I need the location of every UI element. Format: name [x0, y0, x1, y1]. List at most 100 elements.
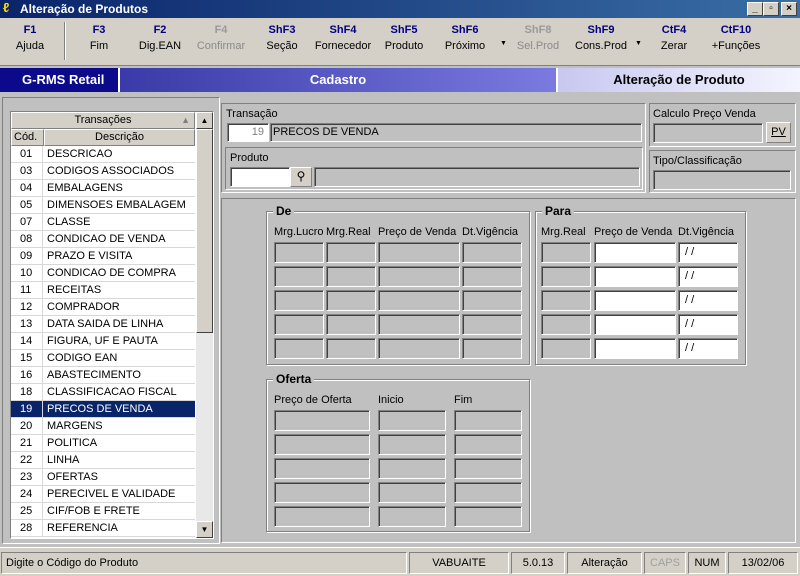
oferta-field [274, 458, 370, 479]
list-item-desc: OFERTAS [47, 471, 98, 483]
col-header-desc[interactable]: Descrição [44, 129, 195, 146]
list-item[interactable]: 14 FIGURA, UF E PAUTA [11, 333, 195, 350]
para-field[interactable]: / / [678, 338, 738, 359]
maximize-button[interactable]: ▫ [763, 2, 779, 16]
list-item[interactable]: 11 RECEITAS [11, 282, 195, 299]
toolbar-button-f3[interactable]: F3 Fim [64, 24, 134, 52]
de-field [462, 314, 522, 335]
para-field[interactable] [594, 266, 676, 287]
toolbar-button-f1[interactable]: F1 Ajuda [0, 24, 65, 52]
para-header: Preço de Venda [594, 226, 673, 238]
list-item[interactable]: 19 PRECOS DE VENDA [11, 401, 195, 418]
para-field[interactable]: / / [678, 242, 738, 263]
list-item[interactable]: 24 PERECIVEL E VALIDADE [11, 486, 195, 503]
produto-desc-field [314, 167, 640, 187]
app-name: G-RMS Retail [0, 68, 120, 92]
para-header: Mrg.Real [541, 226, 586, 238]
toolbar-key: ShF8 [524, 24, 552, 36]
status-caps: CAPS [644, 552, 686, 574]
dropdown-arrow-icon[interactable]: ▼ [635, 40, 642, 47]
list-item[interactable]: 13 DATA SAIDA DE LINHA [11, 316, 195, 333]
de-field [378, 314, 460, 335]
transacao-code-field[interactable]: 19 [227, 123, 269, 142]
list-item[interactable]: 25 CIF/FOB E FRETE [11, 503, 195, 520]
toolbar-button-shf5[interactable]: ShF5 Produto [369, 24, 439, 52]
para-field[interactable]: / / [678, 290, 738, 311]
list-item[interactable]: 28 REFERENCIA [11, 520, 195, 537]
toolbar-button-shf6[interactable]: ShF6 Próximo [430, 24, 500, 52]
scroll-down-icon[interactable]: ▼ [196, 521, 213, 538]
toolbar-key: F1 [23, 24, 37, 36]
list-item-code: 05 [11, 197, 43, 214]
list-item[interactable]: 03 CODIGOS ASSOCIADOS [11, 163, 195, 180]
list-item[interactable]: 15 CODIGO EAN [11, 350, 195, 367]
toolbar-button-shf9[interactable]: ShF9 Cons.Prod [566, 24, 636, 52]
list-item[interactable]: 16 ABASTECIMENTO [11, 367, 195, 384]
pv-button[interactable]: PV [766, 122, 791, 143]
para-field[interactable] [594, 242, 676, 263]
list-item[interactable]: 01 DESCRICAO [11, 146, 195, 163]
toolbar-label: Próximo [444, 40, 486, 52]
toolbar-button-ctf4[interactable]: CtF4 Zerar [639, 24, 709, 52]
scroll-up-icon[interactable]: ▲ [196, 112, 213, 129]
toolbar-button-shf8[interactable]: ShF8 Sel.Prod [503, 24, 573, 52]
list-item-code: 15 [11, 350, 43, 367]
list-item-desc: POLITICA [47, 437, 98, 449]
transacao-label: Transação [226, 108, 278, 120]
para-field[interactable] [594, 314, 676, 335]
transacao-desc-field: PRECOS DE VENDA [270, 123, 642, 142]
list-item-code: 10 [11, 265, 43, 282]
binoculars-search-icon[interactable]: ⚲ [290, 167, 312, 187]
para-field[interactable]: / / [678, 314, 738, 335]
list-item[interactable]: 21 POLITICA [11, 435, 195, 452]
list-scrollbar[interactable]: ▲ ▼ [196, 112, 213, 538]
toolbar-button-f2[interactable]: F2 Dig.EAN [125, 24, 195, 52]
scroll-thumb[interactable] [196, 129, 213, 333]
toolbar-button-shf4[interactable]: ShF4 Fornecedor [308, 24, 378, 52]
list-item[interactable]: 22 LINHA [11, 452, 195, 469]
toolbar-key: F2 [153, 24, 167, 36]
toolbar-key: F3 [92, 24, 106, 36]
list-item[interactable]: 05 DIMENSOES EMBALAGEM [11, 197, 195, 214]
list-item[interactable]: 08 CONDICAO DE VENDA [11, 231, 195, 248]
list-item[interactable]: 04 EMBALAGENS [11, 180, 195, 197]
toolbar-label: Cons.Prod [575, 40, 627, 52]
oferta-field [274, 410, 370, 431]
sort-up-icon[interactable]: ▲ [181, 113, 190, 128]
list-item[interactable]: 18 CLASSIFICACAO FISCAL [11, 384, 195, 401]
toolbar-label: Zerar [660, 40, 688, 52]
col-header-cod[interactable]: Cód. [11, 129, 44, 146]
toolbar-key: CtF10 [720, 24, 752, 36]
oferta-header: Fim [454, 394, 473, 406]
toolbar-label: Ajuda [15, 40, 45, 52]
list-item[interactable]: 12 COMPRADOR [11, 299, 195, 316]
list-item-desc: CODIGOS ASSOCIADOS [47, 165, 175, 177]
oferta-field [454, 506, 522, 527]
toolbar-button-f4[interactable]: F4 Confirmar [186, 24, 256, 52]
list-item[interactable]: 10 CONDICAO DE COMPRA [11, 265, 195, 282]
oferta-field [378, 458, 446, 479]
list-item[interactable]: 09 PRAZO E VISITA [11, 248, 195, 265]
oferta-field [274, 506, 370, 527]
list-item-desc: RECEITAS [47, 284, 102, 296]
close-button[interactable]: × [781, 2, 797, 16]
status-message: Digite o Código do Produto [1, 552, 407, 574]
minimize-button[interactable]: _ [747, 2, 763, 16]
toolbar-button-shf3[interactable]: ShF3 Seção [247, 24, 317, 52]
para-field[interactable] [594, 338, 676, 359]
toolbar-key: CtF4 [661, 24, 687, 36]
list-item-code: 21 [11, 435, 43, 452]
produto-code-input[interactable] [230, 167, 290, 187]
list-item[interactable]: 07 CLASSE [11, 214, 195, 231]
toolbar-button-ctf10[interactable]: CtF10 +Funções [701, 24, 771, 52]
list-item[interactable]: 20 MARGENS [11, 418, 195, 435]
dropdown-arrow-icon[interactable]: ▼ [500, 40, 507, 47]
para-field[interactable]: / / [678, 266, 738, 287]
list-item-desc: DESCRICAO [47, 148, 113, 160]
para-field [541, 242, 591, 263]
para-field[interactable] [594, 290, 676, 311]
oferta-field [454, 458, 522, 479]
de-field [462, 266, 522, 287]
list-item-code: 20 [11, 418, 43, 435]
list-item[interactable]: 23 OFERTAS [11, 469, 195, 486]
